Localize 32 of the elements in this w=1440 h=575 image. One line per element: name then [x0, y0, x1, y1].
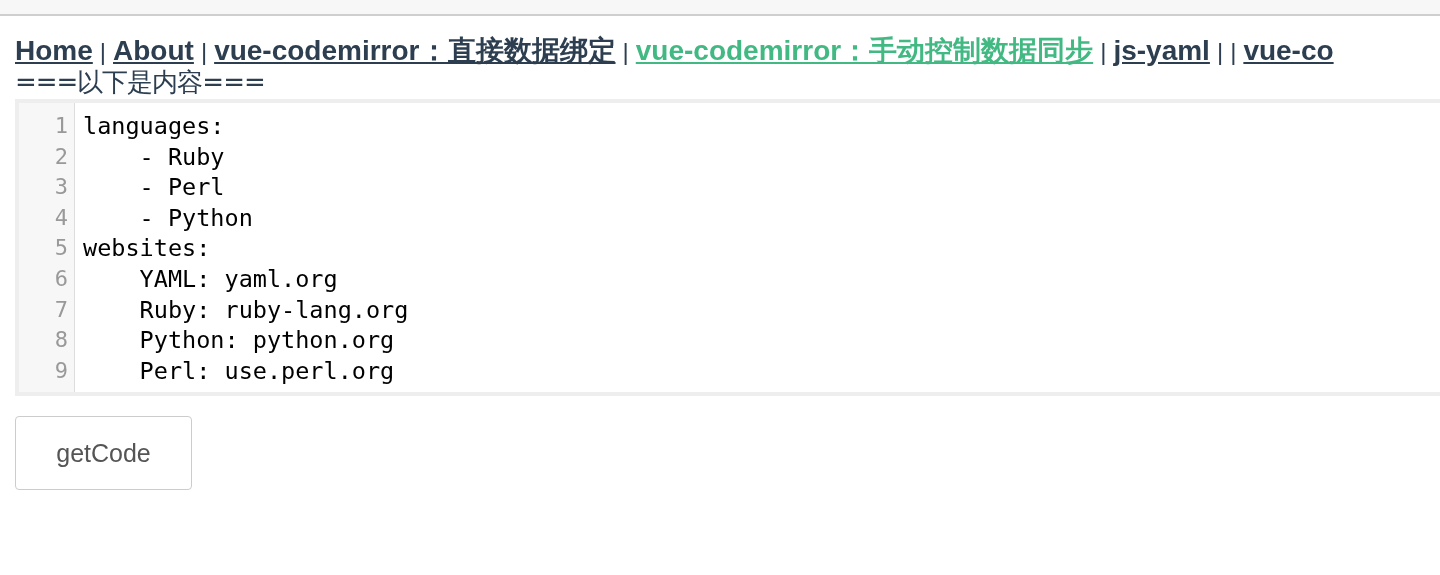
separator: | — [1216, 37, 1224, 67]
line-number: 9 — [53, 356, 69, 385]
code-line: - Ruby — [138, 141, 226, 173]
code-line: languages: — [83, 111, 226, 142]
code-line: - Python — [138, 202, 254, 234]
code-line: Perl: use.perl.org — [138, 355, 396, 387]
line-number: 6 — [53, 264, 69, 293]
line-number: 2 — [53, 142, 69, 171]
line-number: 3 — [53, 173, 69, 202]
separator: | — [622, 37, 629, 67]
nav-link[interactable]: Home — [15, 34, 93, 68]
separator: | — [1230, 37, 1237, 67]
line-number: 8 — [53, 326, 69, 355]
code-line: Ruby: ruby-lang.org — [138, 294, 409, 326]
separator: | — [1100, 37, 1107, 67]
nav-link[interactable]: vue-codemirror：直接数据绑定 — [214, 34, 616, 68]
code-line: websites: — [83, 233, 212, 264]
code-line: YAML: yaml.org — [138, 263, 339, 295]
nav-link[interactable]: About — [113, 34, 194, 68]
nav-link[interactable]: vue-co — [1243, 34, 1334, 68]
separator: | — [99, 37, 107, 67]
code-line: - Perl — [138, 172, 226, 203]
line-number: 5 — [53, 234, 69, 263]
line-number: 7 — [53, 295, 69, 324]
line-number: 4 — [53, 203, 69, 232]
get-code-button[interactable]: getCode — [15, 416, 192, 491]
code-editor[interactable]: 1 2 3 4 5 6 7 8 9 languages: - Ruby - Perl - Python websites: YAML: yaml.org Ruby: ruby-lang.org Python: python.org Perl: use.perl.org — [15, 99, 1440, 397]
line-number: 1 — [53, 112, 69, 140]
separator: | — [200, 37, 208, 67]
nav-link[interactable]: js-yaml — [1113, 34, 1210, 68]
code-line: Python: python.org — [138, 325, 396, 356]
content-heading: ===以下是内容=== — [15, 69, 266, 95]
